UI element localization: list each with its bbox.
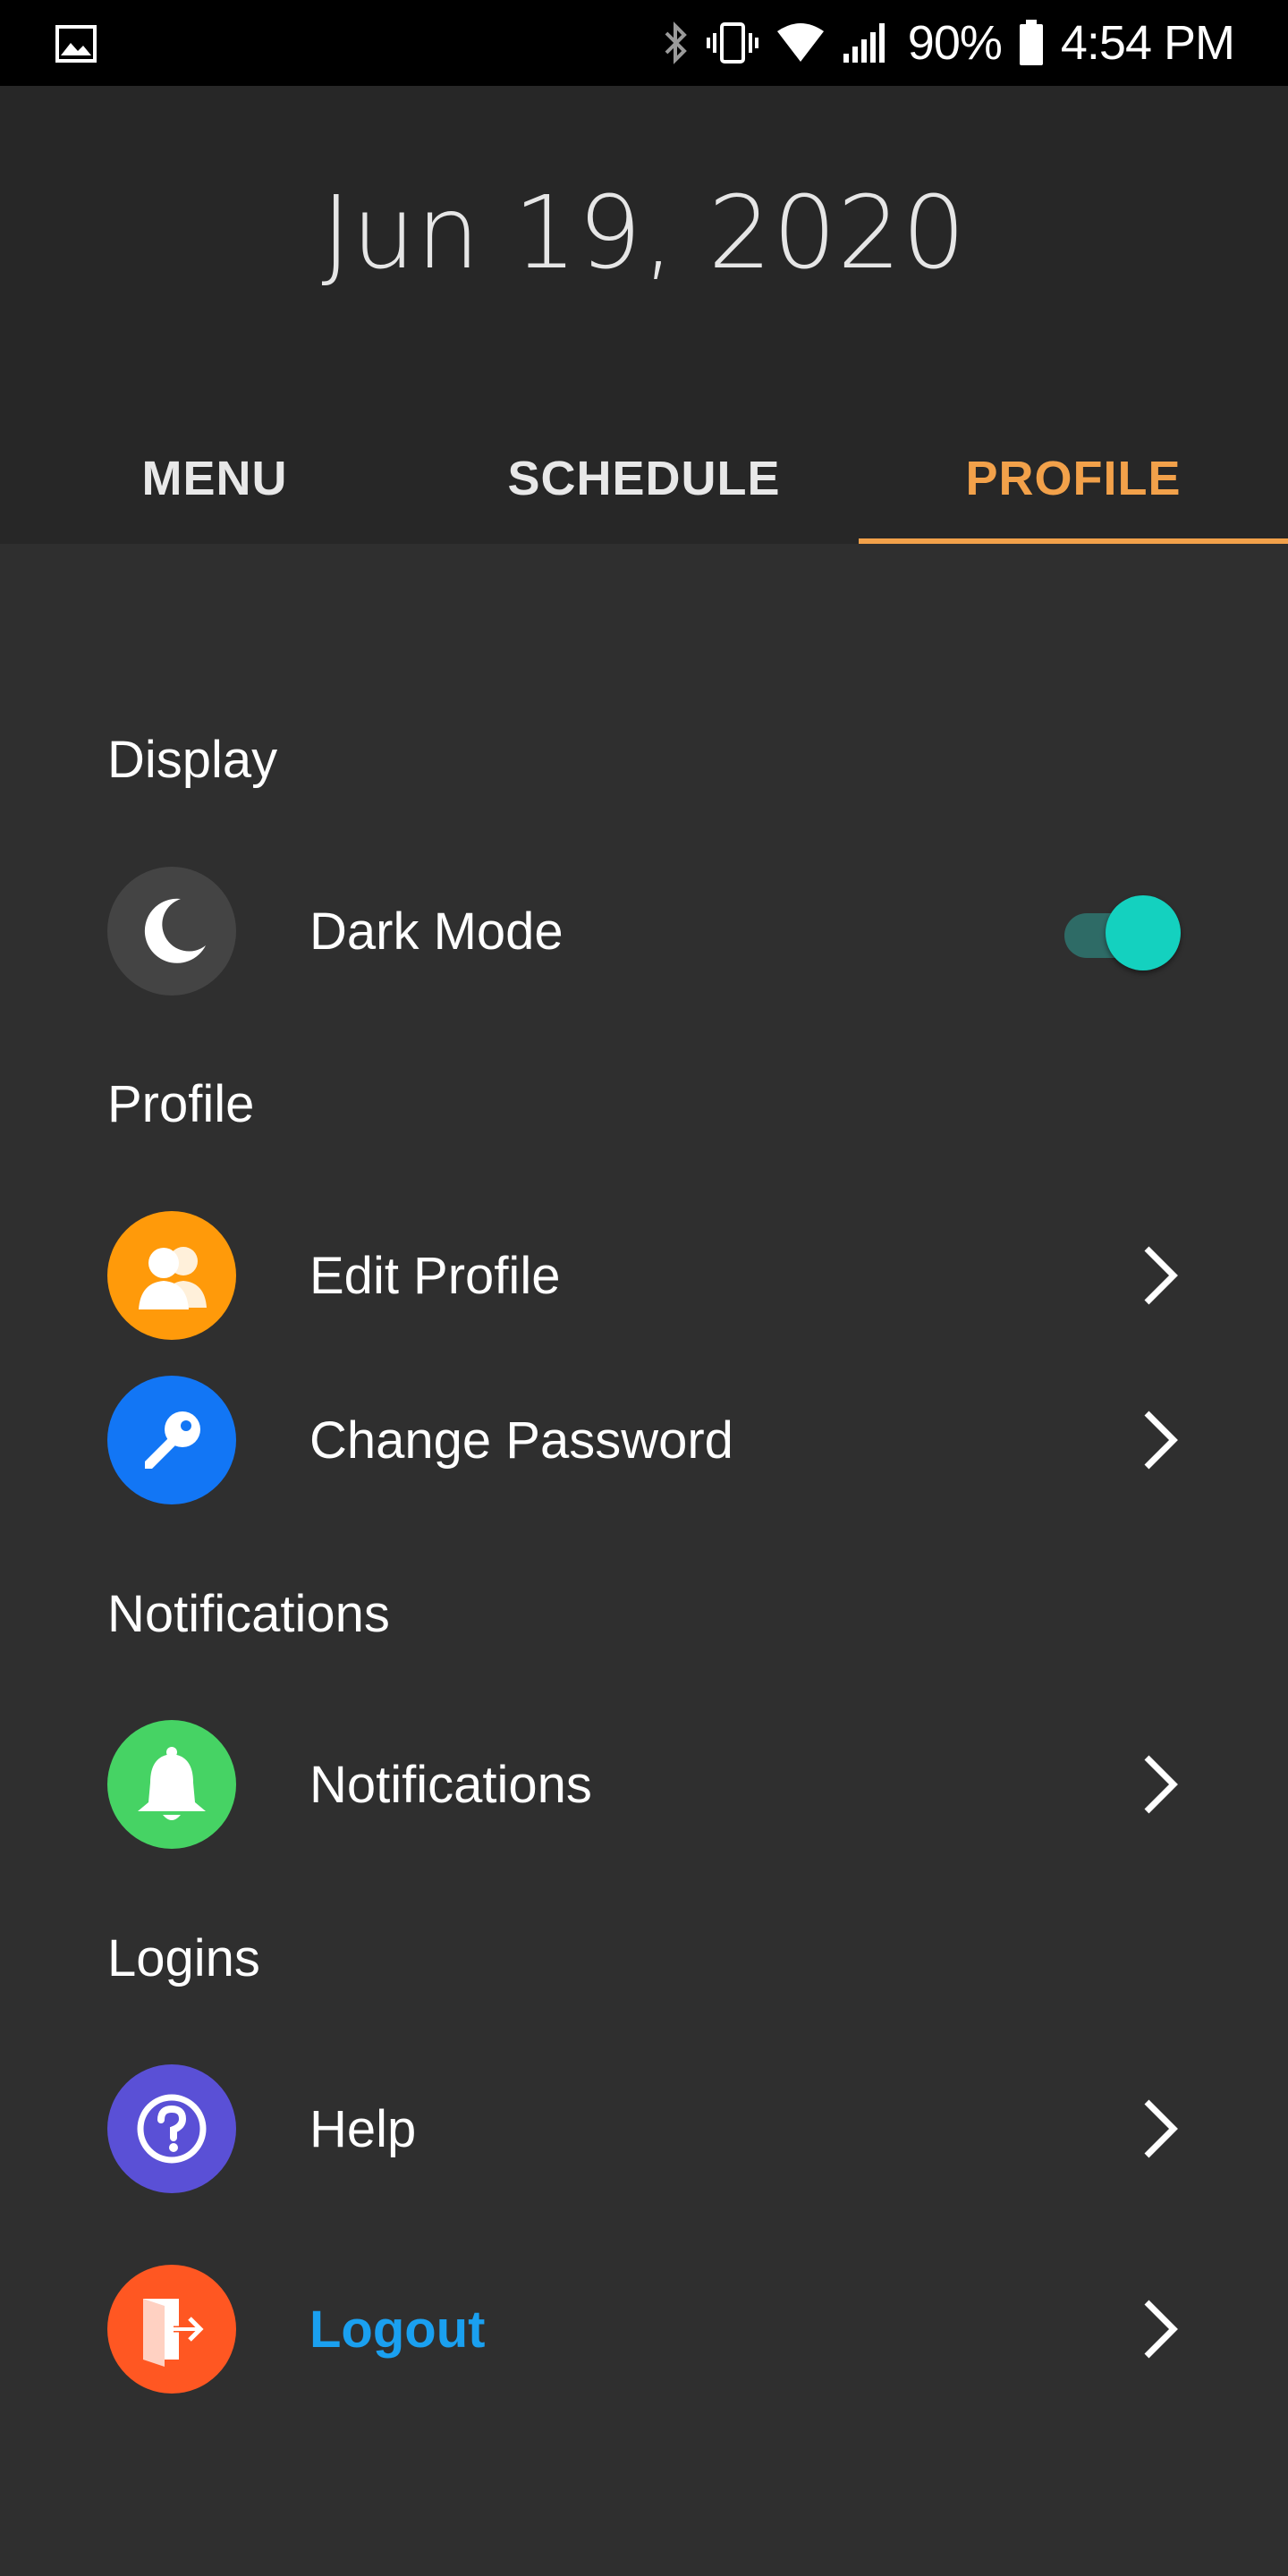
tab-profile[interactable]: PROFILE <box>859 408 1288 544</box>
dark-mode-toggle[interactable] <box>1064 895 1181 970</box>
active-tab-indicator <box>859 538 1288 544</box>
help-label: Help <box>309 2099 417 2158</box>
edit-profile-label: Edit Profile <box>309 1246 561 1305</box>
tab-bar: MENU SCHEDULE PROFILE <box>0 408 1288 544</box>
change-password-label: Change Password <box>309 1411 733 1470</box>
section-title-display: Display <box>107 731 278 789</box>
gallery-icon <box>55 25 97 63</box>
section-title-profile: Profile <box>107 1075 255 1133</box>
notifications-row[interactable]: Notifications <box>107 1718 1181 1851</box>
notifications-label: Notifications <box>309 1755 592 1814</box>
exit-door-icon <box>107 2265 236 2394</box>
chevron-right-icon <box>1144 2300 1178 2359</box>
section-title-logins: Logins <box>107 1929 260 1987</box>
key-icon <box>107 1376 236 1504</box>
logout-label: Logout <box>309 2300 486 2359</box>
section-title-notifications: Notifications <box>107 1585 390 1643</box>
header-date: Jun 19, 2020 <box>321 175 967 292</box>
edit-profile-row[interactable]: Edit Profile <box>107 1209 1181 1342</box>
wifi-icon <box>776 23 824 62</box>
tab-schedule[interactable]: SCHEDULE <box>429 408 859 544</box>
chevron-right-icon <box>1144 1246 1178 1305</box>
dark-mode-row: Dark Mode <box>107 865 1181 997</box>
moon-icon <box>107 867 236 996</box>
vibrate-icon <box>706 22 758 64</box>
chevron-right-icon <box>1144 1411 1178 1470</box>
battery-icon <box>1019 20 1043 65</box>
question-icon <box>107 2064 236 2193</box>
app-header: Jun 19, 2020 MENU SCHEDULE PROFILE <box>0 86 1288 544</box>
clock: 4:54 PM <box>1060 16 1235 70</box>
bell-icon <box>107 1720 236 1849</box>
change-password-row[interactable]: Change Password <box>107 1374 1181 1506</box>
help-row[interactable]: Help <box>107 2063 1181 2195</box>
bluetooth-icon <box>665 21 687 64</box>
dark-mode-label: Dark Mode <box>309 902 564 961</box>
chevron-right-icon <box>1144 1755 1178 1814</box>
toggle-knob <box>1106 895 1181 970</box>
tab-profile-label: PROFILE <box>965 452 1182 505</box>
status-bar: 90% 4:54 PM <box>0 0 1288 86</box>
logout-row[interactable]: Logout <box>107 2263 1181 2395</box>
chevron-right-icon <box>1144 2099 1178 2158</box>
tab-menu[interactable]: MENU <box>0 408 429 544</box>
users-icon <box>107 1211 236 1340</box>
signal-icon <box>843 23 885 63</box>
battery-percent: 90% <box>907 16 1003 70</box>
